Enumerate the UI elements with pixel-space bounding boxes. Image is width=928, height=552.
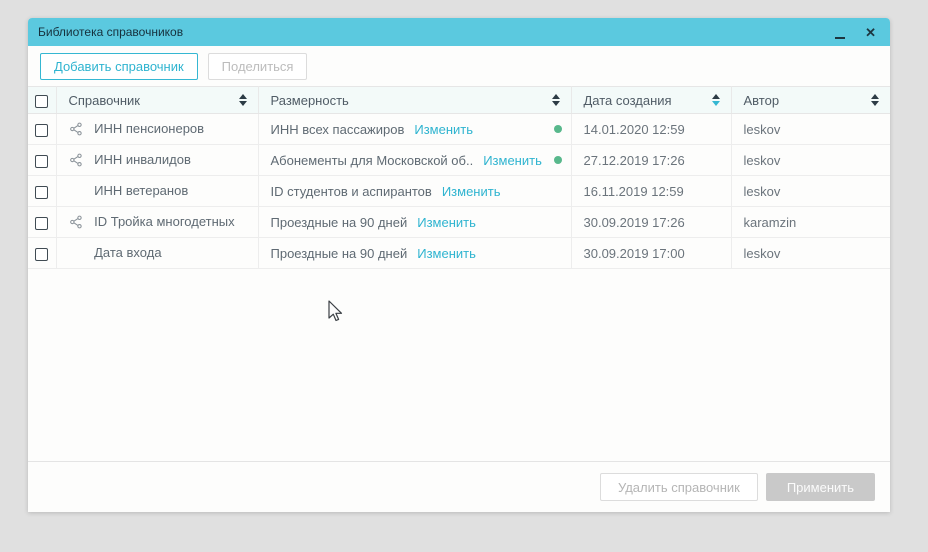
column-label: Автор xyxy=(744,93,780,108)
author-cell: leskov xyxy=(731,238,890,269)
row-checkbox-cell xyxy=(28,238,56,269)
row-checkbox-cell xyxy=(28,207,56,238)
dimension-cell: Проездные на 90 дней Изменить xyxy=(258,207,571,238)
share-icon xyxy=(69,122,91,137)
dictionary-cell: ИНН инвалидов xyxy=(56,145,258,176)
column-header[interactable]: Дата создания xyxy=(571,87,731,114)
dimension-name: ID студентов и аспирантов xyxy=(271,184,432,199)
sort-icon[interactable] xyxy=(552,94,560,106)
dimension-cell: ИНН всех пассажиров Изменить xyxy=(258,114,571,145)
dimension-cell: ID студентов и аспирантов Изменить xyxy=(258,176,571,207)
created-date: 27.12.2019 17:26 xyxy=(584,153,685,168)
dictionary-name: ID Тройка многодетных xyxy=(94,214,234,229)
apply-button[interactable]: Применить xyxy=(766,473,875,501)
table-empty-area xyxy=(28,269,890,461)
edit-link[interactable]: Изменить xyxy=(442,184,501,199)
delete-dictionary-button[interactable]: Удалить справочник xyxy=(600,473,758,501)
table-row[interactable]: ИНН ветеранов ID студентов и аспирантов И… xyxy=(28,176,890,207)
active-dot xyxy=(554,156,562,164)
dimension-cell: Проездные на 90 дней Изменить xyxy=(258,238,571,269)
author-cell: leskov xyxy=(731,114,890,145)
dictionary-name: ИНН ветеранов xyxy=(94,183,188,198)
column-label: Справочник xyxy=(69,93,141,108)
row-checkbox[interactable] xyxy=(35,155,48,168)
author-cell: leskov xyxy=(731,145,890,176)
column-label: Размерность xyxy=(271,93,349,108)
created-cell: 27.12.2019 17:26 xyxy=(571,145,731,176)
select-all-checkbox[interactable] xyxy=(35,95,48,108)
edit-link[interactable]: Изменить xyxy=(483,153,542,168)
dictionary-cell: ИНН ветеранов xyxy=(56,176,258,207)
author-cell: karamzin xyxy=(731,207,890,238)
dictionary-cell: ID Тройка многодетных xyxy=(56,207,258,238)
author: leskov xyxy=(744,122,781,137)
author: leskov xyxy=(744,184,781,199)
titlebar: Библиотека справочников ✕ xyxy=(28,18,890,46)
active-dot xyxy=(554,125,562,133)
edit-link[interactable]: Изменить xyxy=(417,215,476,230)
sort-icon[interactable] xyxy=(871,94,879,106)
share-icon xyxy=(69,215,91,230)
author: leskov xyxy=(744,153,781,168)
add-dictionary-button[interactable]: Добавить справочник xyxy=(40,53,198,80)
created-cell: 30.09.2019 17:26 xyxy=(571,207,731,238)
row-checkbox[interactable] xyxy=(35,248,48,261)
table-row[interactable]: Дата входа Проездные на 90 днейИзменить … xyxy=(28,238,890,269)
minimize-icon xyxy=(835,37,845,39)
table-row[interactable]: ИНН пенсионеров ИНН всех пассажиров Измен… xyxy=(28,114,890,145)
row-checkbox[interactable] xyxy=(35,217,48,230)
dimension-name: Проездные на 90 дней xyxy=(271,246,408,261)
created-date: 14.01.2020 12:59 xyxy=(584,122,685,137)
created-cell: 16.11.2019 12:59 xyxy=(571,176,731,207)
minimize-button[interactable] xyxy=(835,26,845,39)
table-body: ИНН пенсионеров ИНН всех пассажиров Измен… xyxy=(28,114,890,269)
created-cell: 30.09.2019 17:00 xyxy=(571,238,731,269)
author: leskov xyxy=(744,246,781,261)
row-checkbox-cell xyxy=(28,114,56,145)
created-date: 16.11.2019 12:59 xyxy=(584,184,684,199)
dictionary-name: ИНН инвалидов xyxy=(94,152,191,167)
sort-icon[interactable] xyxy=(239,94,247,106)
table-row[interactable]: ID Тройка многодетных Проездные на 90 дн… xyxy=(28,207,890,238)
dimension-name: Абонементы для Московской об.. xyxy=(271,153,474,168)
dictionary-name: Дата входа xyxy=(94,245,161,260)
sort-icon[interactable] xyxy=(712,94,720,106)
column-header[interactable]: Справочник xyxy=(56,87,258,114)
dictionary-cell: Дата входа xyxy=(56,238,258,269)
share-button[interactable]: Поделиться xyxy=(208,53,308,80)
created-date: 30.09.2019 17:00 xyxy=(584,246,685,261)
created-date: 30.09.2019 17:26 xyxy=(584,215,685,230)
dictionaries-table: Справочник Размерность Дата создания Авт… xyxy=(28,86,890,269)
author: karamzin xyxy=(744,215,797,230)
dimension-cell: Абонементы для Московской об.. Изменить xyxy=(258,145,571,176)
table-row[interactable]: ИНН инвалидов Абонементы для Московской … xyxy=(28,145,890,176)
dimension-name: ИНН всех пассажиров xyxy=(271,122,405,137)
column-header[interactable]: Автор xyxy=(731,87,890,114)
row-checkbox[interactable] xyxy=(35,124,48,137)
dimension-name: Проездные на 90 дней xyxy=(271,215,408,230)
close-button[interactable]: ✕ xyxy=(865,26,876,39)
edit-link[interactable]: Изменить xyxy=(414,122,473,137)
dictionary-cell: ИНН пенсионеров xyxy=(56,114,258,145)
row-checkbox[interactable] xyxy=(35,186,48,199)
column-label: Дата создания xyxy=(584,93,672,108)
dictionary-name: ИНН пенсионеров xyxy=(94,121,204,136)
select-all-cell xyxy=(28,87,56,114)
author-cell: leskov xyxy=(731,176,890,207)
window-title: Библиотека справочников xyxy=(38,25,183,39)
column-header[interactable]: Размерность xyxy=(258,87,571,114)
row-checkbox-cell xyxy=(28,176,56,207)
edit-link[interactable]: Изменить xyxy=(417,246,476,261)
created-cell: 14.01.2020 12:59 xyxy=(571,114,731,145)
toolbar: Добавить справочник Поделиться xyxy=(28,46,890,86)
share-icon xyxy=(69,153,91,168)
dictionary-library-window: Библиотека справочников ✕ Добавить справ… xyxy=(28,18,890,512)
row-checkbox-cell xyxy=(28,145,56,176)
table-header-row: Справочник Размерность Дата создания Авт… xyxy=(28,87,890,114)
footer: Удалить справочник Применить xyxy=(28,461,890,512)
